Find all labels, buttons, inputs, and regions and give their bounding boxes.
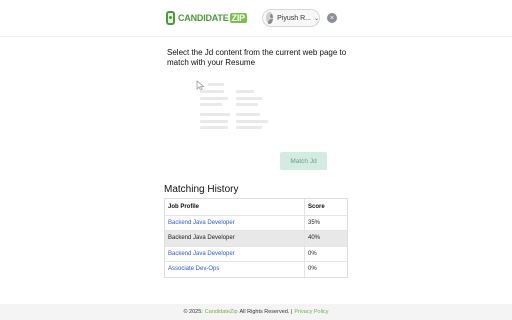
table-row: Backend Java Developer 0% [165,245,347,261]
select-text-illustration [196,80,276,132]
chevron-down-icon: ⌄ [313,15,319,22]
table-row: Associate Dev-Ops 0% [165,261,347,277]
matching-history-table: Job Profile Score Backend Java Developer… [164,198,348,278]
job-profile-cell: Backend Java Developer [165,215,305,230]
logo-wordmark: CANDIDATE ZIP [178,13,247,23]
app-header: CANDIDATE ZIP Piyush R... ⌄ × [0,0,512,37]
column-header-score: Score [308,203,325,210]
job-profile-link[interactable]: Associate Dev-Ops [168,266,219,272]
table-row: Backend Java Developer 40% [165,230,347,246]
user-menu-button[interactable]: Piyush R... ⌄ [262,9,320,27]
score-cell: 35% [308,219,321,226]
score-cell: 40% [308,235,321,242]
rights-text: All Rights Reserved. | [239,309,293,315]
score-cell: 0% [308,266,317,273]
job-profile-link[interactable]: Backend Java Developer [168,220,235,226]
close-icon[interactable]: × [327,13,337,23]
user-avatar-icon [266,12,274,24]
copyright-text: © 2025: [183,309,203,315]
logo-icon [166,11,175,25]
job-profile-link[interactable]: Backend Java Developer [168,251,235,257]
user-name: Piyush R... [277,14,311,22]
privacy-policy-link[interactable]: Privacy Policy [294,309,328,315]
score-cell: 0% [308,250,317,257]
job-profile-cell: Backend Java Developer [165,246,305,261]
job-profile-cell: Backend Java Developer [165,231,305,246]
match-jd-button[interactable]: Match Jd [280,152,327,170]
candidatezip-logo[interactable]: CANDIDATE ZIP [166,10,247,26]
job-profile-cell: Associate Dev-Ops [165,262,305,277]
page-footer: © 2025: CandidateZip All Rights Reserved… [0,304,512,320]
matching-history-title: Matching History [164,184,239,195]
job-profile-link[interactable]: Backend Java Developer [168,235,235,241]
instruction-text: Select the Jd content from the current w… [167,48,347,67]
table-row: Backend Java Developer 35% [165,214,347,230]
footer-brand-link[interactable]: CandidateZip [205,309,238,315]
table-header-row: Job Profile Score [165,199,347,215]
column-header-job-profile: Job Profile [165,199,305,215]
